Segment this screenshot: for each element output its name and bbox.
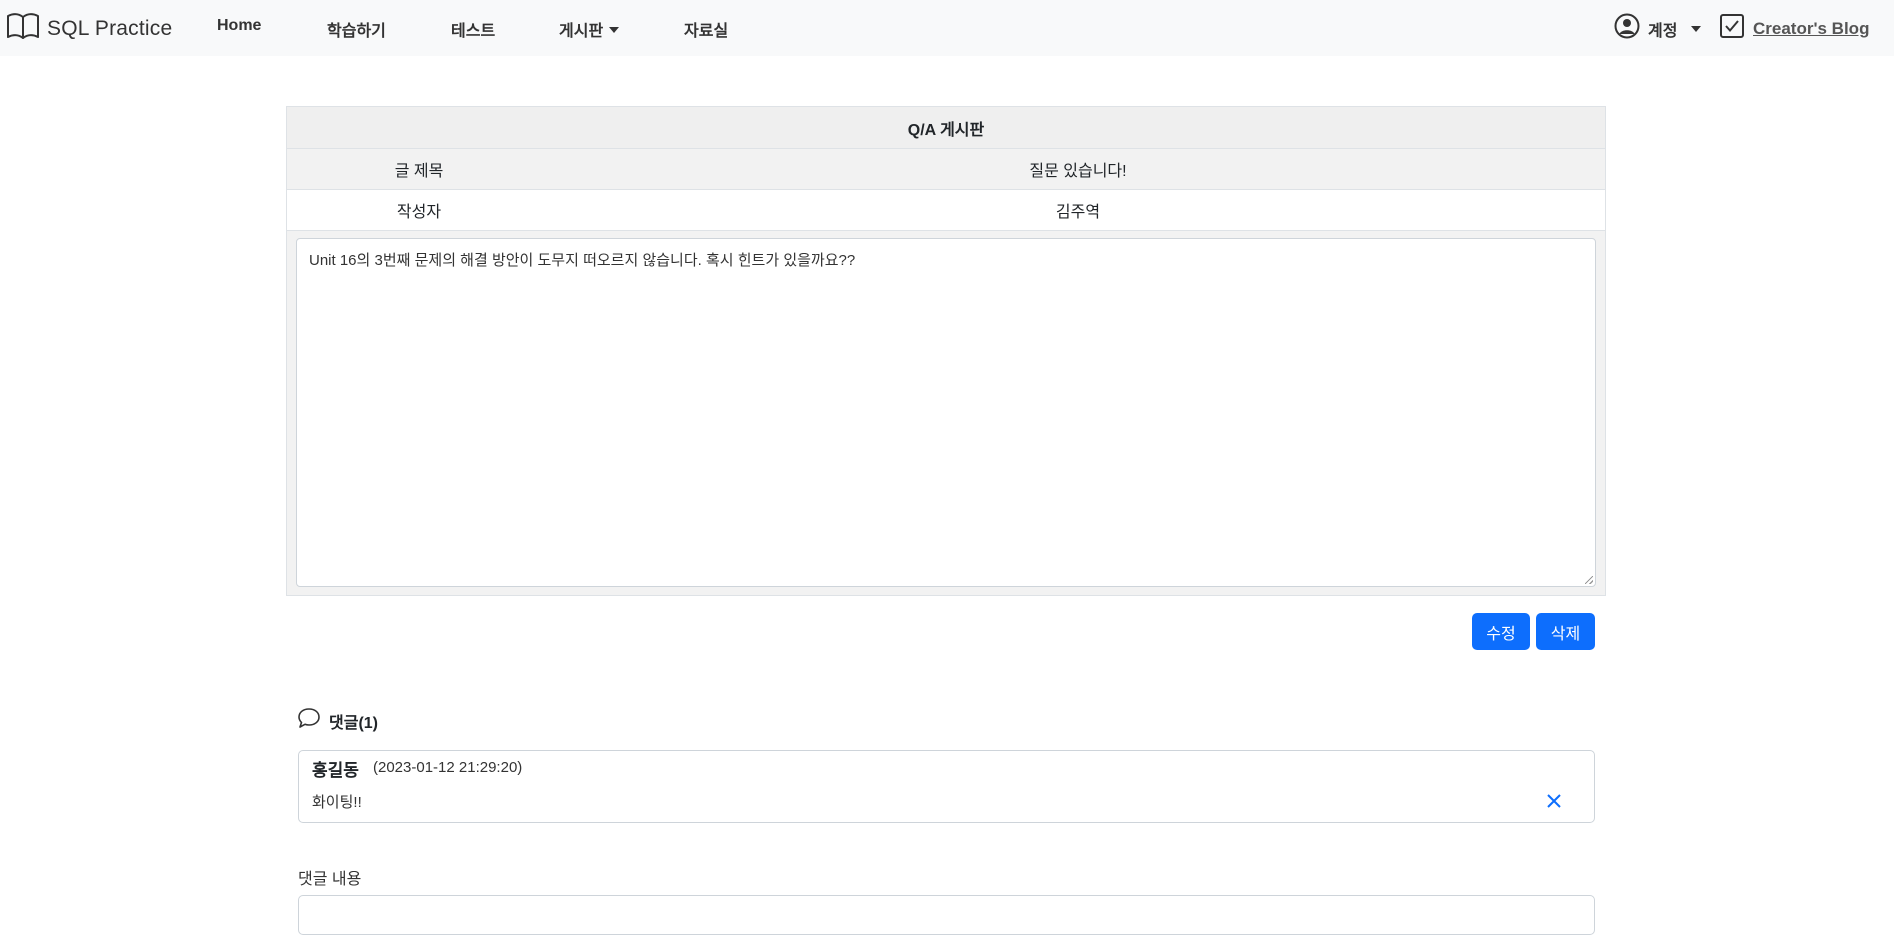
- checkbox-icon: [1719, 13, 1745, 44]
- caret-down-icon: [609, 27, 620, 33]
- close-icon[interactable]: [1546, 793, 1562, 809]
- account-label: 계정: [1648, 22, 1678, 40]
- author-value: 김주역: [1055, 204, 1101, 221]
- comments-count-label: 댓글(1): [329, 714, 378, 732]
- user-circle-icon: [1614, 13, 1640, 44]
- post-content-text: Unit 16의 3번째 문제의 해결 방안이 도무지 떠오르지 않습니다. 혹…: [309, 252, 856, 269]
- blog-label: Creator's Blog: [1753, 18, 1870, 38]
- nav-board-label: 게시판: [559, 23, 604, 40]
- nav-test[interactable]: 테스트: [451, 17, 495, 41]
- author-row: 작성자 김주역: [287, 190, 1605, 231]
- edit-button[interactable]: 수정: [1472, 613, 1530, 650]
- comment-timestamp: (2023-01-12 21:29:20): [373, 759, 523, 776]
- caret-down-icon: [1691, 25, 1702, 32]
- subject-row: 글 제목 질문 있습니다!: [287, 149, 1605, 190]
- comment-text: 화이팅!!: [312, 794, 362, 811]
- delete-button[interactable]: 삭제: [1536, 613, 1595, 650]
- author-label: 작성자: [396, 204, 442, 221]
- subject-label: 글 제목: [394, 163, 444, 180]
- post-content-textarea[interactable]: Unit 16의 3번째 문제의 해결 방안이 도무지 떠오르지 않습니다. 혹…: [296, 238, 1596, 587]
- reply-textarea[interactable]: [298, 895, 1595, 935]
- nav-resources[interactable]: 자료실: [684, 17, 728, 41]
- comment-item: 홍길동 (2023-01-12 21:29:20) 화이팅!!: [298, 750, 1595, 823]
- creators-blog-link[interactable]: Creator's Blog: [1719, 13, 1869, 44]
- brand-link[interactable]: SQL Practice: [6, 12, 172, 45]
- subject-value: 질문 있습니다!: [1029, 163, 1127, 180]
- brand-name: SQL Practice: [47, 16, 173, 40]
- book-icon: [6, 12, 40, 45]
- resize-handle[interactable]: [1585, 576, 1593, 584]
- reply-label: 댓글 내용: [298, 871, 362, 888]
- nav-learn[interactable]: 학습하기: [327, 17, 386, 41]
- qa-board-panel: Q/A 게시판 글 제목 질문 있습니다! 작성자 김주역 Unit 16의 3…: [286, 106, 1606, 596]
- top-navbar: SQL Practice Home 학습하기 테스트 게시판 자료실 계정 Cr…: [0, 0, 1894, 56]
- nav-home[interactable]: Home: [217, 17, 261, 35]
- comment-author: 홍길동: [312, 761, 359, 780]
- account-dropdown[interactable]: 계정: [1614, 13, 1702, 44]
- nav-board-dropdown[interactable]: 게시판: [559, 17, 620, 41]
- comments-header: 댓글(1): [297, 707, 378, 734]
- chat-bubble-icon: [297, 707, 321, 734]
- board-title: Q/A 게시판: [287, 107, 1605, 149]
